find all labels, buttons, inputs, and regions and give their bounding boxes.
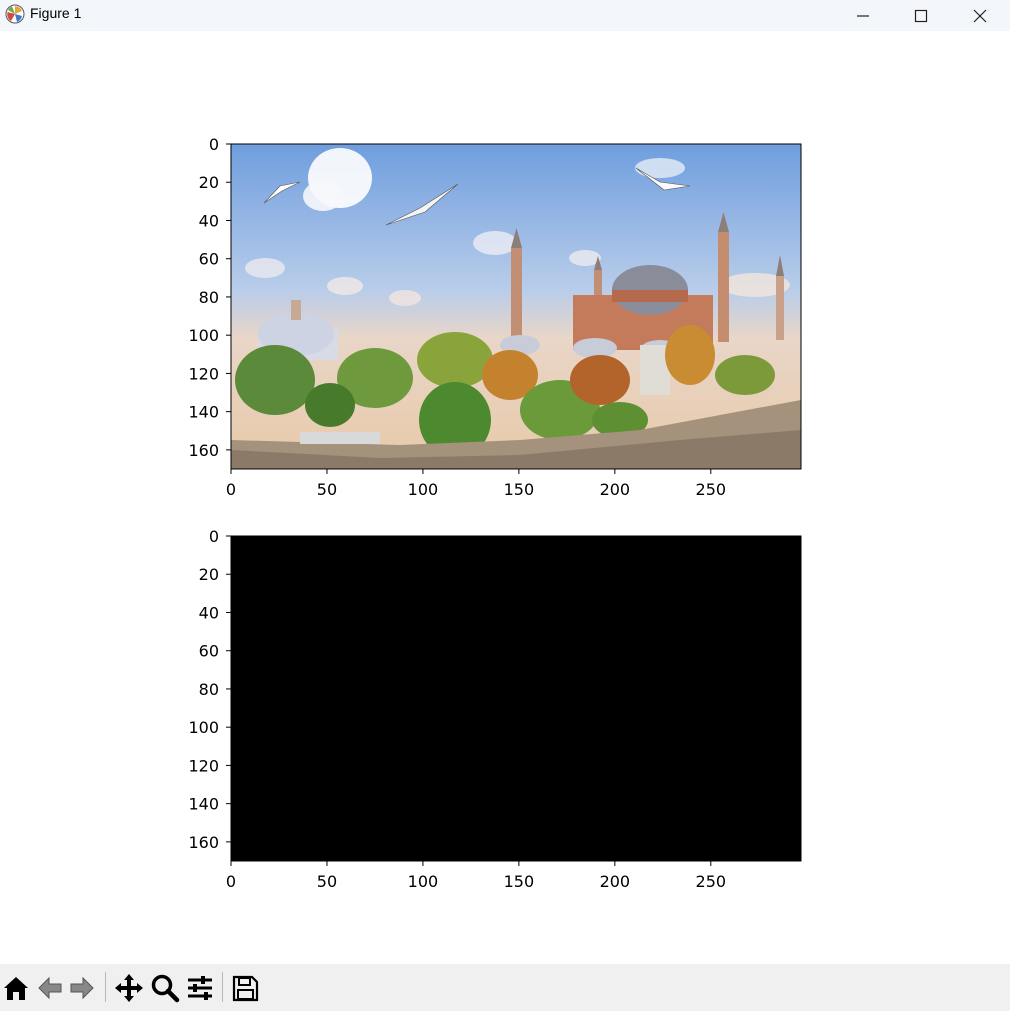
y-tick-label: 80 xyxy=(199,288,219,307)
x-tick-label: 100 xyxy=(408,480,439,499)
y-tick-label: 80 xyxy=(199,680,219,699)
x-tick-label: 0 xyxy=(226,480,236,499)
axes-2: 0 50 100 150 200 250 0 20 40 60 80 100 120 140 160 xyxy=(188,527,802,891)
window-title: Figure 1 xyxy=(30,5,82,21)
back-button[interactable] xyxy=(34,972,66,1004)
x-tick-label: 250 xyxy=(696,480,727,499)
y-tick-label: 0 xyxy=(209,527,219,546)
close-button[interactable] xyxy=(957,0,1003,31)
x-tick-label: 50 xyxy=(317,480,337,499)
axes-1: 0 50 100 150 200 250 0 20 40 60 80 100 120 140 160 xyxy=(188,135,802,499)
x-tick-label: 150 xyxy=(504,872,535,891)
y-tick-label: 60 xyxy=(199,642,219,661)
photo-image xyxy=(231,144,801,469)
figure-svg: 0 50 100 150 200 250020406080100120140160 0 50… xyxy=(188,135,802,891)
home-icon xyxy=(4,977,28,1000)
forward-arrow-icon xyxy=(70,976,94,1000)
save-button[interactable] xyxy=(229,972,261,1004)
y-tick-label: 0 xyxy=(209,135,219,154)
x-tick-label: 0 xyxy=(226,872,236,891)
y-tick-label: 120 xyxy=(188,756,219,775)
pan-button[interactable] xyxy=(113,972,145,1004)
y-tick-label: 140 xyxy=(188,403,219,422)
maximize-icon xyxy=(914,9,928,22)
matplotlib-logo-icon xyxy=(5,4,25,24)
y-tick-label: 100 xyxy=(188,718,219,737)
back-arrow-icon xyxy=(38,976,62,1000)
y-tick-label: 100 xyxy=(188,326,219,345)
x-tick-label: 100 xyxy=(408,872,439,891)
sliders-icon xyxy=(188,976,212,1000)
y-tick-label: 60 xyxy=(199,250,219,269)
y-tick-label: 160 xyxy=(188,833,219,852)
maximize-button[interactable] xyxy=(898,0,944,31)
toolbar-separator xyxy=(222,972,223,1002)
y-tick-label: 40 xyxy=(199,603,219,622)
x-tick-label: 50 xyxy=(317,872,337,891)
toolbar-separator xyxy=(105,972,106,1002)
y-tick-label: 40 xyxy=(199,211,219,230)
x-tick-label: 250 xyxy=(696,872,727,891)
minimize-icon xyxy=(857,14,869,17)
y-tick-label: 120 xyxy=(188,364,219,383)
navigation-toolbar xyxy=(0,964,1010,1011)
x-tick-label: 200 xyxy=(600,872,631,891)
x-tick-label: 200 xyxy=(600,480,631,499)
move-icon xyxy=(115,974,143,1002)
y-tick-label: 160 xyxy=(188,441,219,460)
figure-canvas[interactable]: 0 50 100 150 200 250 0 20 40 60 80 100 120 140 160 0 50… xyxy=(0,31,1010,964)
forward-button[interactable] xyxy=(66,972,98,1004)
y-tick-label: 20 xyxy=(199,173,219,192)
magnifier-icon xyxy=(151,974,180,1003)
floppy-disk-icon xyxy=(232,975,259,1002)
zoom-button[interactable] xyxy=(149,972,181,1004)
y-tick-label: 20 xyxy=(199,565,219,584)
title-bar: Figure 1 xyxy=(0,0,1010,31)
configure-subplots-button[interactable] xyxy=(184,972,216,1004)
black-image xyxy=(231,536,801,861)
close-icon xyxy=(973,9,987,22)
y-tick-label: 140 xyxy=(188,795,219,814)
x-tick-label: 150 xyxy=(504,480,535,499)
home-button[interactable] xyxy=(0,972,32,1004)
minimize-button[interactable] xyxy=(840,0,886,31)
